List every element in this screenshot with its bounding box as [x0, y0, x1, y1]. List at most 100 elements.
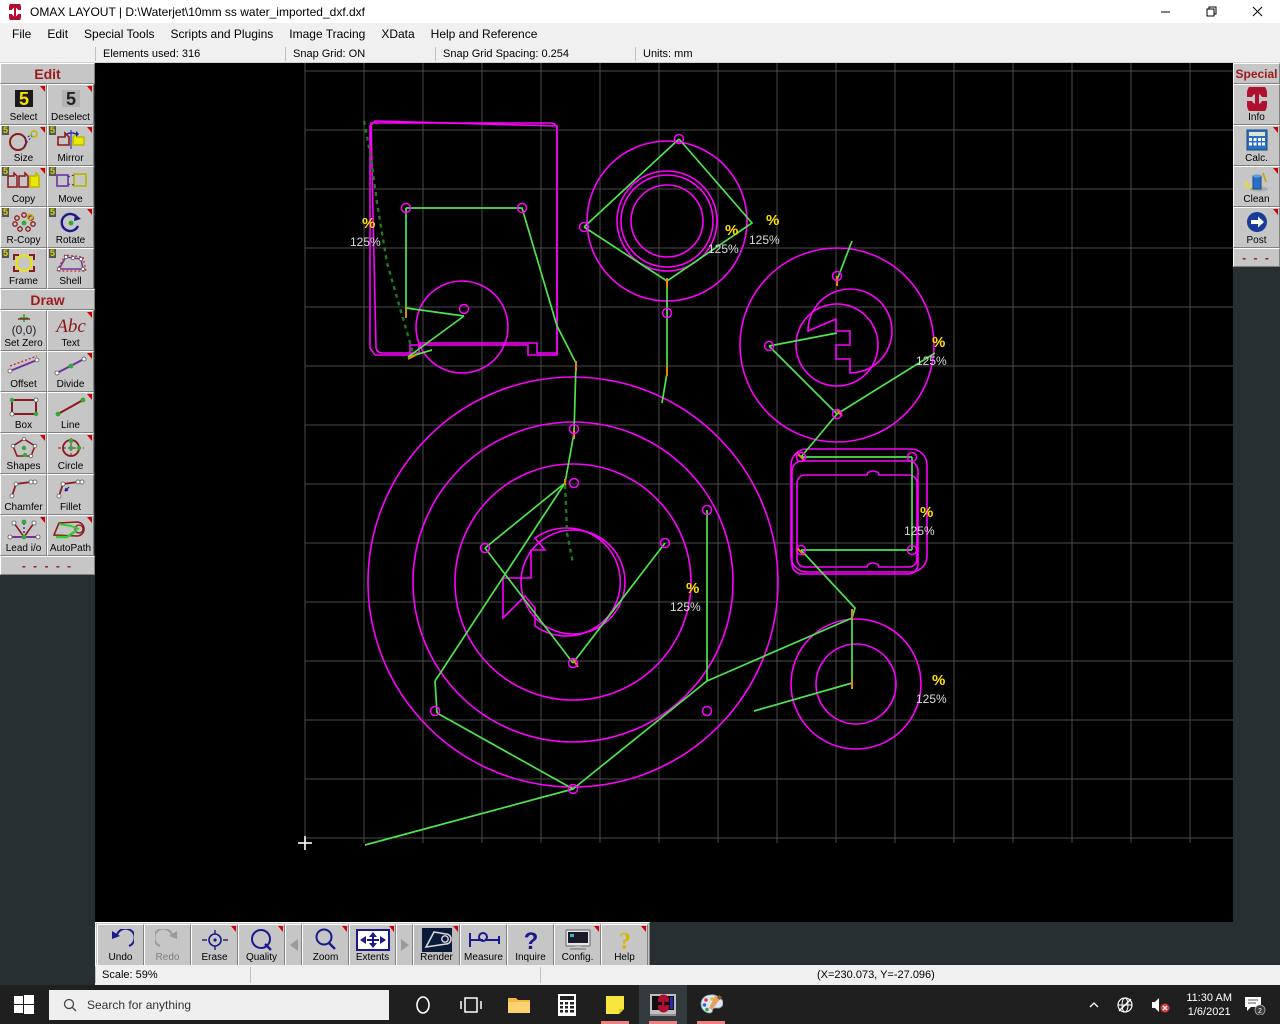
dropdown-arrow-icon[interactable] — [87, 435, 92, 441]
bottom-button-help[interactable]: ? Help — [601, 924, 648, 966]
bottom-button-quality[interactable]: Quality — [238, 924, 285, 966]
status-bar-gutter — [0, 965, 95, 985]
maximize-icon[interactable] — [1188, 0, 1234, 23]
notifications-icon[interactable]: 2 — [1240, 995, 1274, 1015]
tool-button-shell[interactable]: 5 Shell — [47, 248, 94, 289]
tool-button-offset[interactable]: Offset — [0, 351, 47, 392]
network-disconnected-icon[interactable] — [1108, 996, 1142, 1014]
dropdown-arrow-icon[interactable] — [40, 435, 45, 441]
dropdown-arrow-icon[interactable] — [87, 353, 92, 359]
tool-button-box[interactable]: Box — [0, 392, 47, 433]
dropdown-arrow-icon[interactable] — [40, 168, 45, 174]
quality-label: 125% — [916, 354, 947, 368]
tool-button-clean[interactable]: Clean — [1233, 166, 1280, 207]
tool-button-shapes[interactable]: Shapes — [0, 433, 47, 474]
tool-button-calc[interactable]: Calc. — [1233, 125, 1280, 166]
toolbar-group-draw-header: Draw — [0, 289, 95, 310]
paint-app-icon[interactable] — [687, 985, 735, 1024]
info-snap-grid: Snap Grid: ON — [285, 45, 435, 63]
svg-text:(0,0): (0,0) — [11, 323, 36, 337]
calculator-app-icon[interactable] — [543, 985, 591, 1024]
dropdown-arrow-icon[interactable] — [40, 86, 45, 92]
search-input[interactable]: Search for anything — [49, 989, 389, 1020]
tool-button-post[interactable]: Post — [1233, 207, 1280, 248]
tool-button-chamfer[interactable]: Chamfer — [0, 474, 47, 515]
show-hidden-icons-chevron[interactable] — [1080, 999, 1108, 1011]
minimize-icon[interactable] — [1142, 0, 1188, 23]
bottom-button-redo[interactable]: Redo — [144, 924, 191, 966]
dropdown-arrow-icon[interactable] — [231, 926, 236, 932]
tool-button-mirror[interactable]: 5 Mirror — [47, 125, 94, 166]
right-toolbar-footer-dashes[interactable]: - - - — [1233, 248, 1280, 267]
tool-button-fillet[interactable]: Fillet — [47, 474, 94, 515]
volume-muted-icon[interactable] — [1142, 996, 1178, 1014]
dropdown-arrow-icon[interactable] — [342, 926, 347, 932]
tool-button-circle[interactable]: Circle — [47, 433, 94, 474]
dropdown-arrow-icon[interactable] — [1273, 168, 1278, 174]
menu-item-file[interactable]: File — [4, 24, 39, 44]
dropdown-arrow-icon[interactable] — [1273, 209, 1278, 215]
close-icon[interactable] — [1234, 0, 1280, 23]
cortana-icon[interactable] — [399, 985, 447, 1024]
dropdown-arrow-icon[interactable] — [594, 926, 599, 932]
tool-button-autopath[interactable]: AutoPath — [47, 515, 94, 556]
dropdown-arrow-icon[interactable] — [87, 127, 92, 133]
menu-item-image-tracing[interactable]: Image Tracing — [281, 24, 373, 44]
dropdown-arrow-icon[interactable] — [641, 926, 646, 932]
dropdown-arrow-icon[interactable] — [40, 127, 45, 133]
dropdown-arrow-icon[interactable] — [87, 394, 92, 400]
dropdown-arrow-icon[interactable] — [1273, 127, 1278, 133]
dropdown-arrow-icon[interactable] — [87, 209, 92, 215]
bottom-button-render[interactable]: Render — [413, 924, 460, 966]
menu-item-help-and-reference[interactable]: Help and Reference — [423, 24, 546, 44]
taskbar-clock[interactable]: 11:30 AM 1/6/2021 — [1178, 991, 1240, 1019]
windows-start-icon[interactable] — [0, 985, 48, 1024]
bottom-button-undo[interactable]: Undo — [97, 924, 144, 966]
dropdown-arrow-icon[interactable] — [389, 926, 394, 932]
dropdown-arrow-icon[interactable] — [87, 312, 92, 318]
tool-button-r-copy[interactable]: 5 R-Copy — [0, 207, 47, 248]
tool-button-move[interactable]: 5 Move — [47, 166, 94, 207]
tool-button-line[interactable]: Line — [47, 392, 94, 433]
bottom-label: Extents — [355, 952, 390, 963]
tool-button-deselect[interactable]: 5 Deselect — [47, 84, 94, 125]
offset-icon — [1, 354, 46, 378]
tool-button-text[interactable]: Abc Text — [47, 310, 94, 351]
file-explorer-icon[interactable] — [495, 985, 543, 1024]
scroll-right-arrow-icon[interactable] — [396, 924, 413, 966]
dropdown-arrow-icon[interactable] — [40, 517, 45, 523]
tool-button-frame[interactable]: 5 Frame — [0, 248, 47, 289]
tool-button-rotate[interactable]: 5 Rotate — [47, 207, 94, 248]
tool-button-info[interactable]: Info — [1233, 84, 1280, 125]
menu-item-special-tools[interactable]: Special Tools — [76, 24, 163, 44]
dropdown-arrow-icon[interactable] — [453, 926, 458, 932]
menu-item-scripts-and-plugins[interactable]: Scripts and Plugins — [163, 24, 282, 44]
bottom-button-erase[interactable]: Erase — [191, 924, 238, 966]
dropdown-arrow-icon[interactable] — [87, 86, 92, 92]
bottom-button-zoom[interactable]: Zoom — [302, 924, 349, 966]
tool-button-set-zero[interactable]: (0,0) Set Zero — [0, 310, 47, 351]
bottom-button-extents[interactable]: Extents — [349, 924, 396, 966]
left-toolbar-footer-dashes[interactable]: - - - - - — [0, 556, 95, 575]
dropdown-arrow-icon[interactable] — [87, 517, 92, 523]
sticky-notes-icon[interactable] — [591, 985, 639, 1024]
cad-drawing[interactable]: % % % % % % % 125% 125% 125% 125% 125% 1… — [95, 63, 1233, 924]
task-view-icon[interactable] — [447, 985, 495, 1024]
tool-button-select[interactable]: 5 Select — [0, 84, 47, 125]
menu-item-xdata[interactable]: XData — [373, 24, 422, 44]
tool-button-divide[interactable]: Divide — [47, 351, 94, 392]
bottom-button-inquire[interactable]: ? Inquire — [507, 924, 554, 966]
bottom-button-measure[interactable]: Measure — [460, 924, 507, 966]
scroll-left-arrow-icon[interactable] — [285, 924, 302, 966]
bottom-label: Inquire — [515, 952, 546, 963]
menu-item-edit[interactable]: Edit — [39, 24, 76, 44]
bottom-button-config[interactable]: Config. — [554, 924, 601, 966]
omax-layout-app-icon[interactable] — [639, 985, 687, 1024]
tool-button-copy[interactable]: 5 Copy — [0, 166, 47, 207]
tool-label: Line — [61, 420, 80, 431]
dropdown-arrow-icon[interactable] — [278, 926, 283, 932]
tool-button-size[interactable]: 5 Size — [0, 125, 47, 166]
cad-canvas[interactable]: % % % % % % % 125% 125% 125% 125% 125% 1… — [95, 63, 1233, 924]
tool-label: R-Copy — [6, 235, 41, 246]
tool-button-lead-io[interactable]: Lead i/o — [0, 515, 47, 556]
